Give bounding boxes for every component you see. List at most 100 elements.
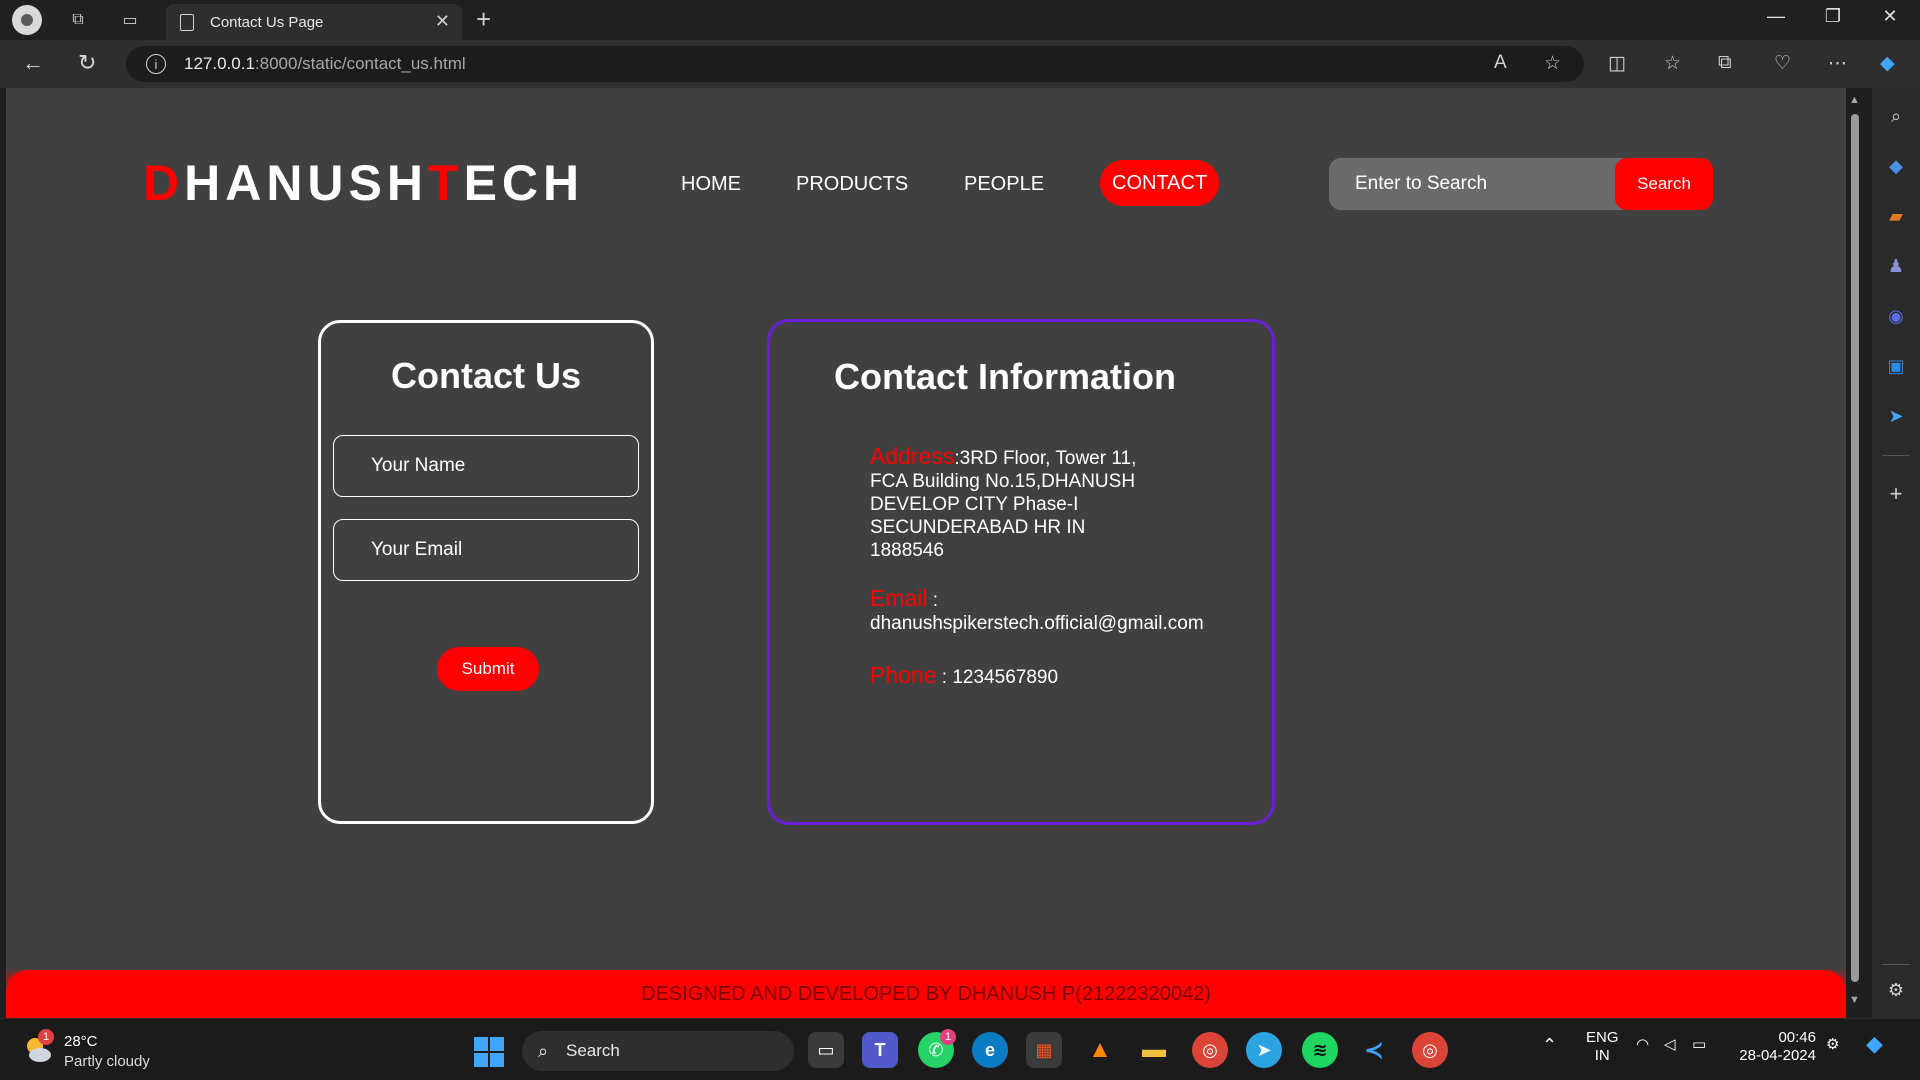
- side-panel: ⌕ ◆ ▰ ♟ ◉ ▣ ➤ + ⚙: [1872, 88, 1920, 1018]
- read-aloud-icon[interactable]: A: [1494, 52, 1507, 74]
- chrome-icon[interactable]: ◎: [1192, 1032, 1228, 1068]
- shopping-tag-icon[interactable]: ◆: [1884, 154, 1908, 178]
- vlc-icon[interactable]: ▲: [1082, 1032, 1118, 1068]
- phone-label: Phone: [870, 662, 937, 688]
- close-tab-icon[interactable]: ✕: [435, 11, 450, 32]
- email-value[interactable]: dhanushspikerstech.official@gmail.com: [870, 613, 1204, 634]
- copilot-taskbar-icon[interactable]: ◆: [1866, 1031, 1883, 1057]
- scroll-down-icon[interactable]: ▼: [1849, 994, 1860, 1006]
- teams-icon[interactable]: T: [862, 1032, 898, 1068]
- address-line-3: DEVELOP CITY Phase-I: [870, 494, 1079, 515]
- address-line-1: :3RD Floor, Tower 11,: [954, 448, 1137, 469]
- browser-essentials-icon[interactable]: ♡: [1774, 52, 1791, 75]
- tab-title: Contact Us Page: [210, 13, 324, 31]
- add-icon[interactable]: +: [1884, 481, 1908, 506]
- scroll-thumb[interactable]: [1851, 114, 1859, 982]
- url-host: 127.0.0.1: [184, 54, 255, 73]
- split-screen-icon[interactable]: ◫: [1608, 52, 1626, 75]
- weather-condition: Partly cloudy: [64, 1053, 150, 1070]
- file-explorer-icon[interactable]: ▬: [1136, 1032, 1172, 1068]
- volume-icon[interactable]: ◁: [1664, 1035, 1676, 1053]
- edge-icon[interactable]: e: [972, 1032, 1008, 1068]
- panel-divider-bottom: [1882, 964, 1910, 965]
- telegram-icon[interactable]: ➤: [1246, 1032, 1282, 1068]
- site-logo[interactable]: DHANUSHTECH: [143, 154, 584, 212]
- nav-people[interactable]: PEOPLE: [964, 173, 1044, 196]
- email-block: Email : dhanushspikerstech.official@gmai…: [870, 587, 1270, 635]
- new-tab-icon[interactable]: +: [476, 4, 491, 35]
- scroll-up-icon[interactable]: ▲: [1849, 94, 1860, 106]
- wifi-icon[interactable]: ◠: [1636, 1035, 1649, 1053]
- page-scrollbar[interactable]: ▲ ▼: [1848, 92, 1862, 1012]
- collections-icon[interactable]: ⧉: [1718, 52, 1732, 74]
- notifications-icon[interactable]: ⚙: [1826, 1035, 1839, 1053]
- submit-button[interactable]: Submit: [437, 647, 539, 691]
- profile-icon[interactable]: [12, 5, 42, 35]
- browser-window: ⧉ ▭ Contact Us Page ✕ + — ❐ ✕ ← ↻ i 127.…: [0, 0, 1920, 1080]
- refresh-icon[interactable]: ↻: [78, 50, 96, 76]
- site-info-icon[interactable]: i: [146, 54, 166, 74]
- workspaces-icon[interactable]: ⧉: [64, 6, 92, 34]
- favorite-star-icon[interactable]: ☆: [1544, 52, 1561, 75]
- email-separator: :: [927, 590, 939, 611]
- vscode-icon[interactable]: ≺: [1356, 1032, 1392, 1068]
- favorites-icon[interactable]: ☆: [1664, 52, 1681, 75]
- phone-value: : 1234567890: [941, 667, 1059, 688]
- tab-actions-icon[interactable]: ▭: [116, 6, 144, 34]
- clock[interactable]: 00:46 28-04-2024: [1736, 1029, 1816, 1065]
- tab-bar: ⧉ ▭ Contact Us Page ✕ + — ❐ ✕: [0, 0, 1920, 40]
- address-line-4: SECUNDERABAD HR IN: [870, 517, 1086, 538]
- back-icon[interactable]: ←: [22, 50, 44, 76]
- minimize-icon[interactable]: —: [1756, 6, 1796, 27]
- battery-icon[interactable]: ▭: [1692, 1035, 1706, 1053]
- nav-home[interactable]: HOME: [681, 173, 741, 196]
- tab-contact-us[interactable]: Contact Us Page ✕: [166, 4, 462, 40]
- restore-icon[interactable]: ❐: [1813, 6, 1853, 27]
- more-menu-icon[interactable]: ⋯: [1828, 52, 1847, 75]
- show-hidden-icons-chevron-up-icon[interactable]: ⌃: [1542, 1035, 1557, 1056]
- panel-divider: [1882, 455, 1910, 456]
- whatsapp-badge: 1: [940, 1029, 956, 1045]
- nav-products[interactable]: PRODUCTS: [796, 173, 908, 196]
- search-icon: ⌕: [538, 1041, 549, 1061]
- search-input[interactable]: [1329, 158, 1615, 210]
- nav-contact[interactable]: CONTACT: [1100, 160, 1220, 206]
- language-indicator[interactable]: ENG IN: [1586, 1029, 1619, 1065]
- close-window-icon[interactable]: ✕: [1870, 6, 1910, 27]
- address-line-2: FCA Building No.15,DHANUSH: [870, 471, 1136, 492]
- taskbar-search[interactable]: ⌕ Search: [522, 1031, 794, 1071]
- page-icon: [180, 13, 194, 31]
- task-view-icon[interactable]: ▭: [808, 1032, 844, 1068]
- url-field[interactable]: i 127.0.0.1:8000/static/contact_us.html …: [126, 46, 1584, 82]
- name-field[interactable]: [333, 435, 639, 497]
- web-page: DHANUSHTECH HOME PRODUCTS PEOPLE CONTACT…: [6, 88, 1846, 1018]
- search-button[interactable]: Search: [1615, 158, 1713, 210]
- chrome-profile-icon[interactable]: ◎: [1412, 1032, 1448, 1068]
- contact-info-card: Contact Information Address:3RD Floor, T…: [767, 319, 1275, 825]
- url-path: :8000/static/contact_us.html: [254, 54, 466, 73]
- weather-badge: 1: [38, 1029, 54, 1045]
- gear-icon[interactable]: ⚙: [1884, 978, 1908, 1002]
- address-block: Address:3RD Floor, Tower 11, FCA Buildin…: [870, 445, 1250, 562]
- search-icon[interactable]: ⌕: [1884, 104, 1908, 128]
- copilot-icon[interactable]: ◆: [1880, 52, 1895, 75]
- email-field[interactable]: [333, 519, 639, 581]
- tools-icon[interactable]: ▰: [1884, 204, 1908, 228]
- address-line-5: 1888546: [870, 540, 944, 561]
- outlook-icon[interactable]: ▣: [1884, 354, 1908, 378]
- contact-form-card: Contact Us Submit: [318, 320, 654, 824]
- microsoft-store-icon[interactable]: ▦: [1026, 1032, 1062, 1068]
- address-label: Address: [870, 443, 955, 469]
- spotify-icon[interactable]: ≋: [1302, 1032, 1338, 1068]
- site-footer: DESIGNED AND DEVELOPED BY DHANUSH P(2122…: [6, 970, 1846, 1018]
- taskbar-search-label: Search: [566, 1041, 620, 1060]
- games-icon[interactable]: ♟: [1884, 254, 1908, 278]
- microsoft-365-icon[interactable]: ◉: [1884, 304, 1908, 328]
- send-icon[interactable]: ➤: [1884, 404, 1908, 428]
- phone-block: Phone : 1234567890: [870, 664, 1250, 689]
- windows-start-icon[interactable]: [474, 1037, 504, 1067]
- email-label: Email: [870, 585, 928, 611]
- weather-widget[interactable]: 1 28°C Partly cloudy: [22, 1029, 202, 1071]
- contact-info-title: Contact Information: [834, 356, 1176, 397]
- site-search: Search: [1329, 158, 1713, 210]
